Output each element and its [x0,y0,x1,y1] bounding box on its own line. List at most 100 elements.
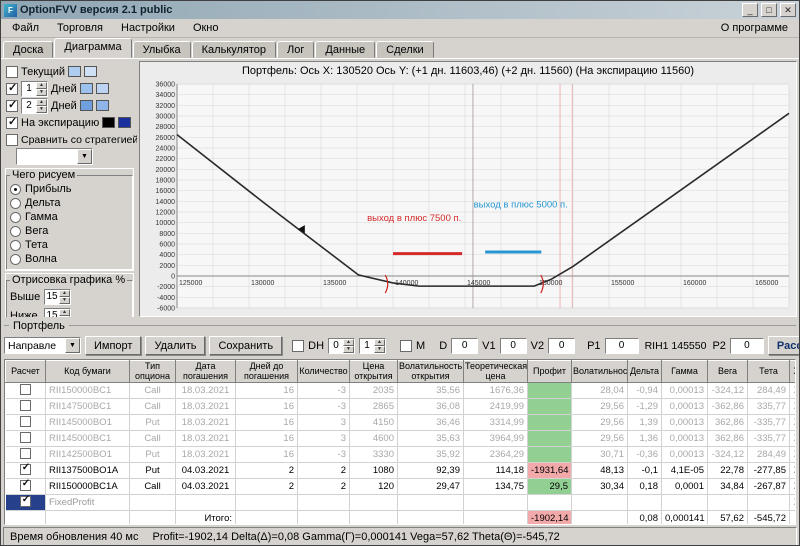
day2-color-swatch-2[interactable] [96,100,109,111]
current-checkbox[interactable] [6,66,18,78]
v2-field[interactable]: 0 [548,338,575,354]
row-checkbox[interactable] [20,400,31,411]
column-header[interactable]: Дельта [628,361,662,383]
table-row[interactable]: RII150000BC1Call18.03.202116-3203535,561… [6,383,797,399]
day1-color-swatch-2[interactable] [96,83,109,94]
expiration-color-swatch-1[interactable] [102,117,115,128]
column-header[interactable]: Вега [708,361,748,383]
chevron-down-icon[interactable]: ▼ [65,338,80,353]
tab-улыбка[interactable]: Улыбка [133,41,191,58]
spin-down-icon: ▼ [59,316,70,318]
row-delete-button[interactable]: X [790,495,797,511]
column-header[interactable]: Теоретическая цена [464,361,528,383]
delete-button[interactable]: Удалить [145,336,205,355]
table-row[interactable]: RII142500BO1Put18.03.202116-3333035,9223… [6,447,797,463]
direction-select[interactable]: Направле ▼ [4,337,81,354]
chevron-down-icon[interactable]: ▼ [77,149,92,164]
p2-field[interactable]: 0 [730,338,764,354]
dh-spinner-2[interactable]: 1▲▼ [359,338,386,354]
dh-checkbox[interactable] [292,340,304,352]
tab-доска[interactable]: Доска [3,41,53,58]
v1-field[interactable]: 0 [500,338,527,354]
row-delete-button[interactable] [790,511,797,526]
column-header[interactable]: Дата погашения [176,361,236,383]
day1-checkbox[interactable] [6,83,18,95]
row-checkbox[interactable] [20,432,31,443]
row-delete-button[interactable]: X [790,415,797,431]
menu-item-настройки[interactable]: Настройки [112,20,184,36]
row-check-cell [6,383,46,399]
row-delete-button[interactable]: X [790,463,797,479]
draw-option-radio-тета[interactable] [10,240,21,251]
calculate-button[interactable]: Рассчит [768,336,800,355]
row-checkbox[interactable] [20,496,31,507]
column-header[interactable]: Количество [298,361,350,383]
tab-сделки[interactable]: Сделки [376,41,434,58]
menu-item-файл[interactable]: Файл [3,20,48,36]
column-header[interactable]: Волатильность открытия [398,361,464,383]
current-color-swatch-2[interactable] [84,66,97,77]
row-checkbox[interactable] [20,448,31,459]
table-row[interactable]: RII147500BC1Call18.03.202116-3286536,082… [6,399,797,415]
save-button[interactable]: Сохранить [209,336,282,355]
tab-данные[interactable]: Данные [315,41,375,58]
table-row[interactable]: RII137500BO1APut04.03.202122108092,39114… [6,463,797,479]
day2-spinner[interactable]: 2▲▼ [21,98,48,114]
row-checkbox[interactable] [20,416,31,427]
dh-spinner-1[interactable]: 0▲▼ [328,338,355,354]
column-header[interactable]: X [790,361,797,383]
table-row[interactable]: RII145000BO1Put18.03.2021163415036,46331… [6,415,797,431]
day2-checkbox[interactable] [6,100,18,112]
column-header[interactable]: Код бумаги [46,361,130,383]
row-delete-button[interactable]: X [790,447,797,463]
draw-option-radio-волна[interactable] [10,254,21,265]
menu-item-торговля[interactable]: Торговля [48,20,112,36]
table-row[interactable]: FixedProfitX [6,495,797,511]
column-header[interactable]: Гамма [662,361,708,383]
column-header[interactable]: Тета [748,361,790,383]
strategy-select[interactable]: ▼ [16,148,93,165]
maximize-button[interactable]: □ [761,3,777,17]
draw-option-radio-прибыль[interactable] [10,184,21,195]
column-header[interactable]: Расчет [6,361,46,383]
tab-диаграмма[interactable]: Диаграмма [54,38,131,58]
current-color-swatch-1[interactable] [68,66,81,77]
row-delete-button[interactable]: X [790,431,797,447]
column-header[interactable]: Тип опциона [130,361,176,383]
draw-option-radio-дельта[interactable] [10,198,21,209]
below-spinner[interactable]: 15▲▼ [44,308,71,318]
p1-field[interactable]: 0 [605,338,639,354]
row-checkbox[interactable] [20,480,31,491]
table-row[interactable]: Итого:-1902,140,080,00014157,62-545,72 [6,511,797,526]
table-row[interactable]: RII145000BC1Call18.03.2021163460035,6339… [6,431,797,447]
expiration-checkbox[interactable] [6,117,18,129]
tab-лог[interactable]: Лог [277,41,314,58]
table-row[interactable]: RII150000BC1ACall04.03.20212212029,47134… [6,479,797,495]
close-button[interactable]: ✕ [780,3,796,17]
day2-color-swatch-1[interactable] [80,100,93,111]
menu-item-окно[interactable]: Окно [184,20,228,36]
expiration-color-swatch-2[interactable] [118,117,131,128]
day1-spinner[interactable]: 1▲▼ [21,81,48,97]
import-button[interactable]: Импорт [85,336,141,355]
day1-color-swatch-1[interactable] [80,83,93,94]
row-delete-button[interactable]: X [790,399,797,415]
row-delete-button[interactable]: X [790,479,797,495]
cell-theor: 114,18 [464,463,528,479]
tab-калькулятор[interactable]: Калькулятор [192,41,276,58]
column-header[interactable]: Дней до погашения [236,361,298,383]
draw-option-radio-вега[interactable] [10,226,21,237]
column-header[interactable]: Волатильность [572,361,628,383]
draw-option-radio-гамма[interactable] [10,212,21,223]
column-header[interactable]: Цена открытия [350,361,398,383]
minimize-button[interactable]: _ [742,3,758,17]
above-spinner[interactable]: 15▲▼ [44,289,71,305]
menu-item-about[interactable]: О программе [712,20,797,36]
row-delete-button[interactable]: X [790,383,797,399]
row-checkbox[interactable] [20,384,31,395]
column-header[interactable]: Профит [528,361,572,383]
row-checkbox[interactable] [20,464,31,475]
compare-strategy-checkbox[interactable] [6,134,18,146]
m-checkbox[interactable] [400,340,412,352]
d-field[interactable]: 0 [451,338,478,354]
